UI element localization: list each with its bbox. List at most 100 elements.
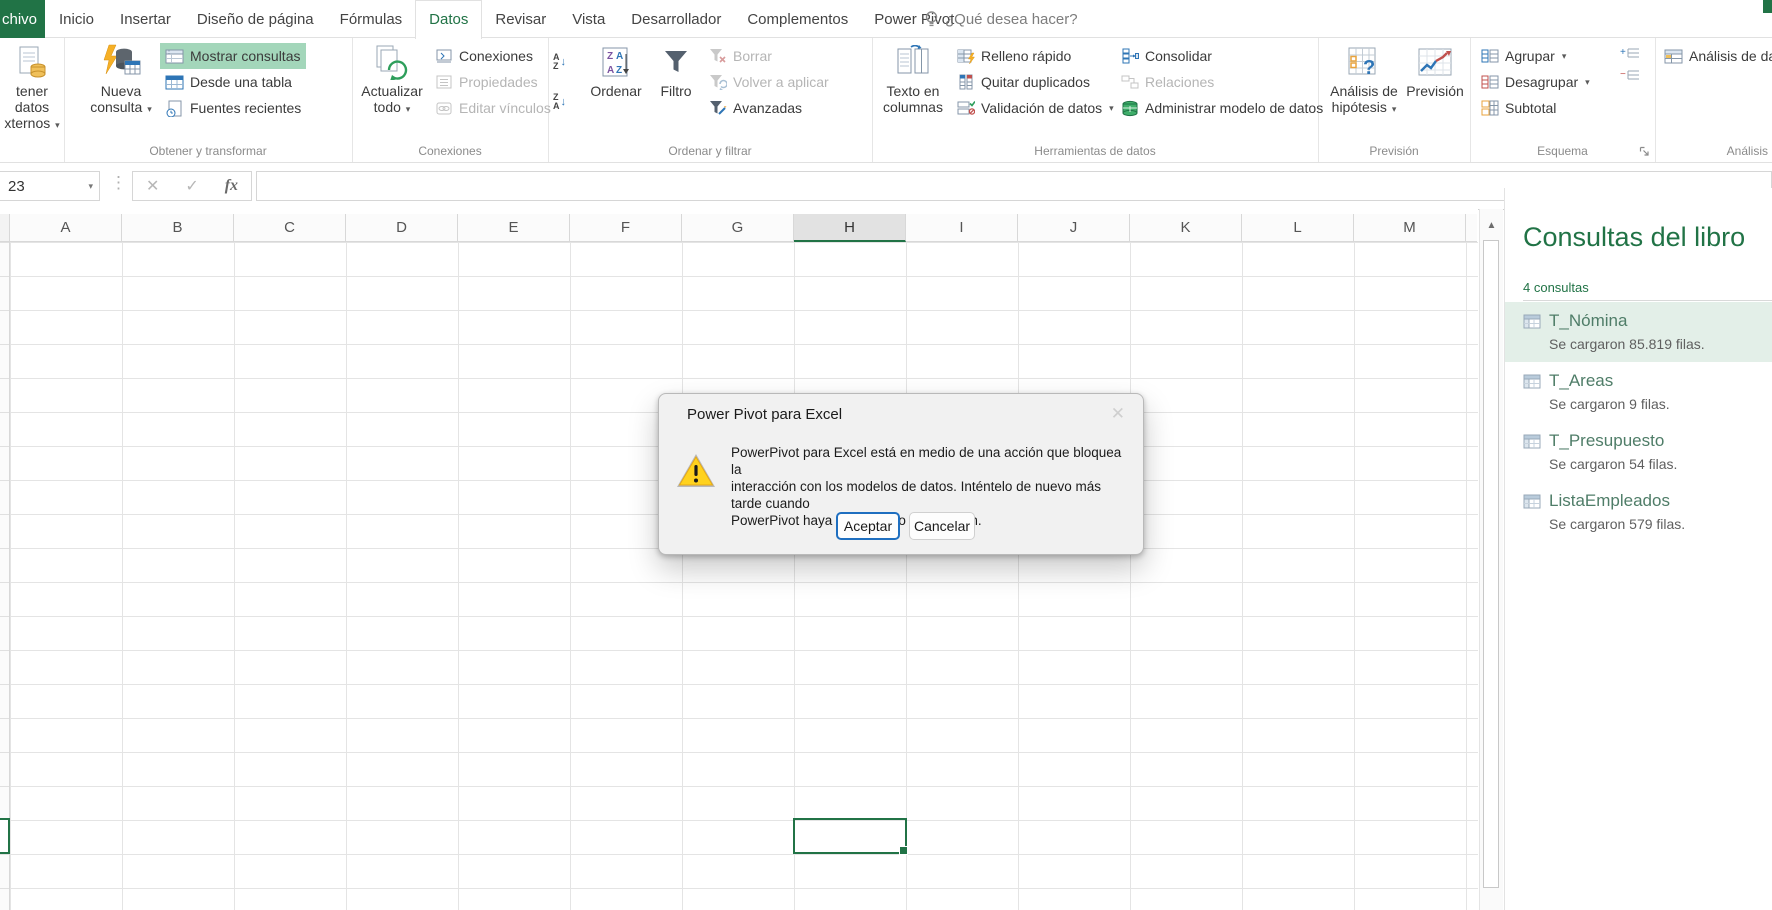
fill-handle[interactable] xyxy=(899,846,908,855)
aceptar-button[interactable]: Aceptar xyxy=(836,512,900,540)
name-box-caret-icon[interactable]: ▾ xyxy=(88,181,93,192)
query-item-t-nomina[interactable]: T_Nómina Se cargaron 85.819 filas. xyxy=(1505,302,1772,362)
column-header-m[interactable]: M xyxy=(1354,214,1466,242)
dialog-launcher-icon[interactable] xyxy=(1639,146,1650,157)
ordenar-button[interactable]: ZAAZ Ordenar xyxy=(584,43,648,99)
column-header-a[interactable]: A xyxy=(10,214,122,242)
tab-vista[interactable]: Vista xyxy=(559,1,618,38)
column-header-i[interactable]: I xyxy=(906,214,1018,242)
desde-una-tabla-button[interactable]: Desde una tabla xyxy=(160,69,306,95)
query-item-t-areas[interactable]: T_Areas Se cargaron 9 filas. xyxy=(1505,362,1772,422)
analisis-de-hipotesis-button[interactable]: ? Análisis de hipótesis ▾ xyxy=(1326,43,1402,117)
data-validation-icon xyxy=(957,100,975,116)
new-query-icon xyxy=(101,43,141,81)
dropdown-caret-icon: ▾ xyxy=(1392,104,1397,114)
column-header-f[interactable]: F xyxy=(570,214,682,242)
ribbon-tab-bar: chivo Inicio Insertar Diseño de página F… xyxy=(0,0,1772,38)
group-herramientas-de-datos: Texto en columnas Relleno rápido Quitar … xyxy=(872,38,1319,162)
analisis-de-datos-button[interactable]: Análisis de da xyxy=(1659,43,1772,69)
insert-function-icon[interactable]: fx xyxy=(225,177,238,195)
dialog-message-line1: PowerPivot para Excel está en medio de u… xyxy=(731,444,1123,478)
cancelar-button[interactable]: Cancelar xyxy=(909,512,975,540)
query-name: T_Areas xyxy=(1549,371,1613,391)
scrollbar-thumb[interactable] xyxy=(1483,240,1499,888)
tab-desarrollador[interactable]: Desarrollador xyxy=(618,1,734,38)
svg-text:+: + xyxy=(1620,47,1626,58)
column-header-j[interactable]: J xyxy=(1018,214,1130,242)
column-header-b[interactable]: B xyxy=(122,214,234,242)
administrar-modelo-de-datos-button[interactable]: Administrar modelo de datos xyxy=(1116,95,1328,121)
relationships-icon xyxy=(1121,74,1139,90)
column-header-h-selected[interactable]: H xyxy=(794,214,906,242)
panel-divider xyxy=(1523,300,1772,301)
lightbulb-icon xyxy=(925,11,938,28)
column-header-partial[interactable] xyxy=(1466,214,1477,242)
query-item-t-presupuesto[interactable]: T_Presupuesto Se cargaron 54 filas. xyxy=(1505,422,1772,482)
scroll-up-icon[interactable]: ▲ xyxy=(1480,214,1503,236)
vertical-scrollbar[interactable]: ▲ xyxy=(1479,209,1503,910)
agrupar-button[interactable]: Agrupar ▾ xyxy=(1476,43,1595,69)
confirm-entry-icon[interactable]: ✓ xyxy=(185,176,198,196)
dropdown-caret-icon: ▾ xyxy=(1585,77,1590,88)
column-header-d[interactable]: D xyxy=(346,214,458,242)
tab-insertar[interactable]: Insertar xyxy=(107,1,184,38)
sort-descending-button[interactable]: ZA↓ xyxy=(550,86,569,118)
query-item-listaempleados[interactable]: ListaEmpleados Se cargaron 579 filas. xyxy=(1505,482,1772,542)
avanzadas-button[interactable]: Avanzadas xyxy=(704,95,834,121)
nueva-consulta-button[interactable]: Nueva consulta ▾ xyxy=(90,43,152,117)
group-label: Obtener y transformar xyxy=(64,144,352,158)
column-header-l[interactable]: L xyxy=(1242,214,1354,242)
conexiones-button[interactable]: Conexiones xyxy=(430,43,556,69)
data-analysis-icon xyxy=(1664,48,1683,64)
consolidar-button[interactable]: Consolidar xyxy=(1116,43,1328,69)
dialog-close-icon[interactable]: ✕ xyxy=(1111,404,1125,424)
cell-grid[interactable] xyxy=(0,242,1478,910)
cancel-entry-icon[interactable]: ✕ xyxy=(146,176,159,196)
consolidar-label: Consolidar xyxy=(1145,48,1212,64)
data-tools-items-2: Consolidar Relaciones Administrar modelo… xyxy=(1116,43,1328,121)
tab-formulas[interactable]: Fórmulas xyxy=(327,1,416,38)
dropdown-caret-icon: ▾ xyxy=(406,104,411,114)
subtotal-button[interactable]: Subtotal xyxy=(1476,95,1595,121)
obtener-datos-externos-button[interactable]: tener datos xternos ▾ xyxy=(2,43,62,133)
selected-cell-h23[interactable] xyxy=(793,818,907,854)
mostrar-consultas-button[interactable]: Mostrar consultas xyxy=(160,43,306,69)
tab-inicio[interactable]: Inicio xyxy=(46,1,107,38)
tab-datos[interactable]: Datos xyxy=(415,0,482,39)
validacion-de-datos-button[interactable]: Validación de datos ▾ xyxy=(952,95,1119,121)
formula-bar-handle-icon[interactable]: ⋮ xyxy=(110,173,127,193)
tab-revisar[interactable]: Revisar xyxy=(482,1,559,38)
analisis-de-datos-label: Análisis de da xyxy=(1689,48,1772,64)
tab-diseno-de-pagina[interactable]: Diseño de página xyxy=(184,1,327,38)
show-detail-icon[interactable]: + xyxy=(1620,46,1640,62)
relleno-rapido-button[interactable]: Relleno rápido xyxy=(952,43,1119,69)
data-model-icon xyxy=(1121,100,1139,117)
query-name: T_Nómina xyxy=(1549,311,1627,331)
svg-text:?: ? xyxy=(1363,57,1375,78)
filtro-label: Filtro xyxy=(660,83,691,99)
worksheet[interactable]: A B C D E F G H I J K L M xyxy=(0,209,1478,910)
column-header-k[interactable]: K xyxy=(1130,214,1242,242)
tell-me-box[interactable]: ¿Qué desea hacer? xyxy=(925,0,1078,38)
tab-complementos[interactable]: Complementos xyxy=(734,1,861,38)
tab-archivo[interactable]: chivo xyxy=(0,0,45,38)
column-header-e[interactable]: E xyxy=(458,214,570,242)
column-header-g[interactable]: G xyxy=(682,214,794,242)
name-box-value: 23 xyxy=(8,178,25,195)
dialog-buttons: Aceptar Cancelar xyxy=(836,512,975,540)
new-query-label-2: consulta ▾ xyxy=(90,99,152,117)
name-box[interactable]: 23 ▾ xyxy=(0,171,100,201)
hide-detail-icon[interactable]: − xyxy=(1620,68,1640,84)
column-header-c[interactable]: C xyxy=(234,214,346,242)
sort-ascending-button[interactable]: AZ↓ xyxy=(550,46,569,78)
what-if-label-1: Análisis de xyxy=(1330,83,1398,99)
actualizar-todo-button[interactable]: Actualizar todo ▾ xyxy=(360,43,424,117)
excel-window: chivo Inicio Insertar Diseño de página F… xyxy=(0,0,1772,910)
texto-en-columnas-button[interactable]: Texto en columnas xyxy=(880,43,946,115)
svg-text:A: A xyxy=(616,51,623,62)
quitar-duplicados-button[interactable]: Quitar duplicados xyxy=(952,69,1119,95)
desagrupar-button[interactable]: Desagrupar ▾ xyxy=(1476,69,1595,95)
filtro-button[interactable]: Filtro xyxy=(652,43,700,99)
fuentes-recientes-button[interactable]: Fuentes recientes xyxy=(160,95,306,121)
prevision-button[interactable]: Previsión xyxy=(1404,43,1466,99)
